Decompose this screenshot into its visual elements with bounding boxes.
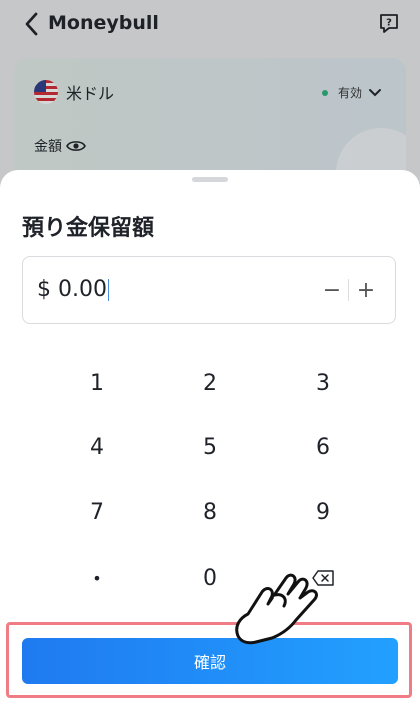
key-2[interactable]: 2	[155, 358, 265, 408]
amount-value-text: $ 0.00	[37, 277, 107, 302]
key-5[interactable]: 5	[155, 422, 265, 472]
sheet-title: 預り金保留額	[22, 216, 155, 241]
key-7[interactable]: 7	[42, 487, 152, 537]
key-4[interactable]: 4	[42, 422, 152, 472]
key-decimal[interactable]: •	[42, 553, 152, 603]
confirm-button[interactable]: 確認	[22, 638, 398, 684]
key-9[interactable]: 9	[268, 487, 378, 537]
key-1[interactable]: 1	[42, 358, 152, 408]
decrement-button[interactable]: −	[317, 271, 347, 309]
key-8[interactable]: 8	[155, 487, 265, 537]
sheet-handle[interactable]	[192, 177, 228, 182]
key-3[interactable]: 3	[268, 358, 378, 408]
hand-pointer-icon	[235, 573, 318, 645]
key-6[interactable]: 6	[268, 422, 378, 472]
text-caret	[107, 279, 109, 301]
amount-input[interactable]: $ 0.00 − +	[22, 256, 396, 324]
amount-value: $ 0.00	[37, 277, 109, 302]
stepper-divider	[348, 279, 349, 301]
increment-button[interactable]: +	[351, 271, 381, 309]
